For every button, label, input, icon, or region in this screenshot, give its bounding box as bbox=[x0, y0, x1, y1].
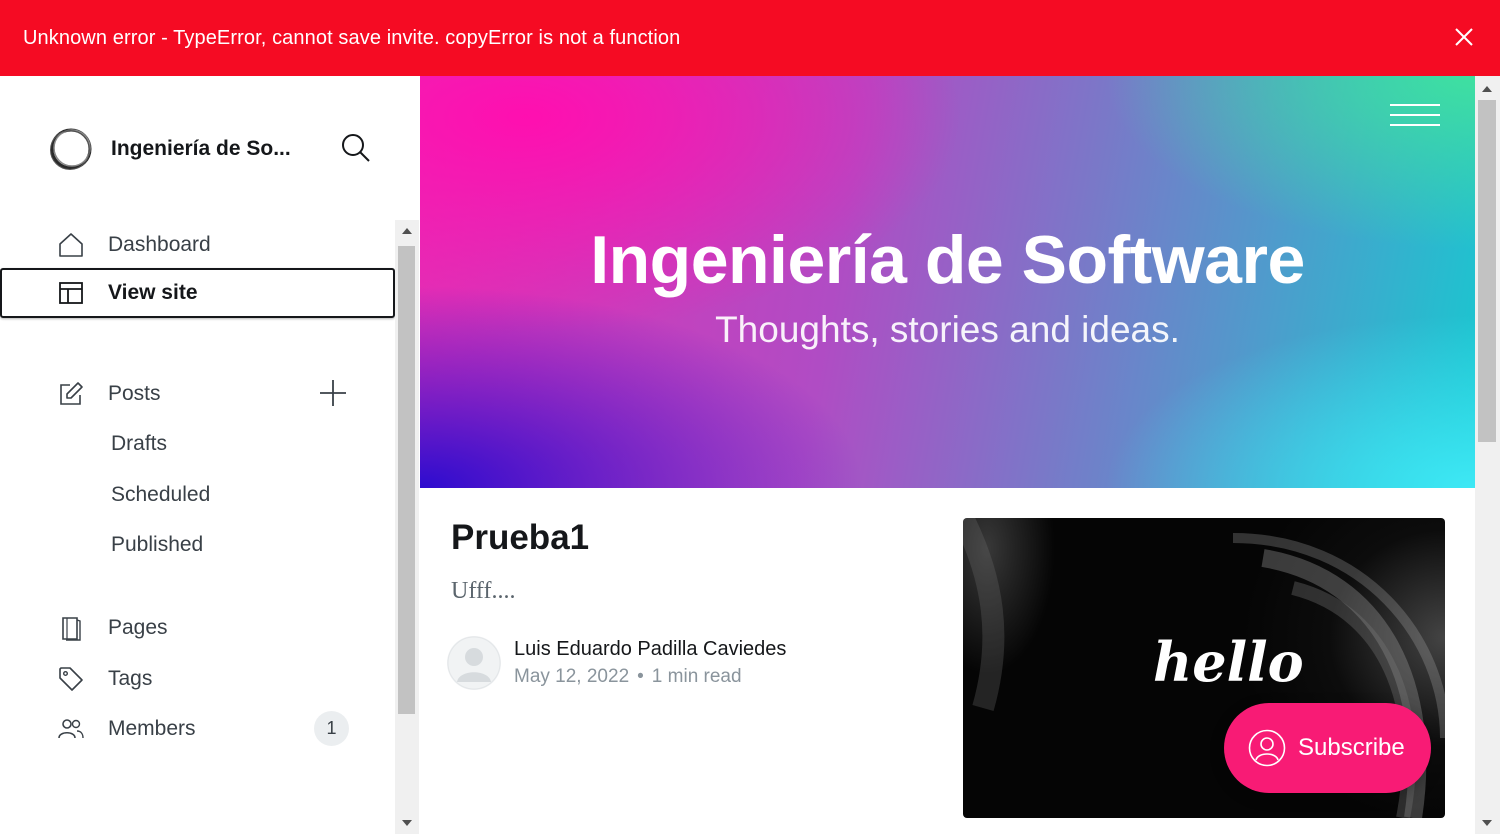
post-title-link[interactable]: Prueba1 bbox=[451, 518, 589, 558]
pages-icon bbox=[57, 614, 85, 642]
error-message: Unknown error - TypeError, cannot save i… bbox=[23, 26, 681, 49]
posts-icon bbox=[57, 380, 85, 408]
sidebar-item-pages[interactable]: Pages bbox=[0, 603, 395, 653]
site-title: Ingeniería de So... bbox=[111, 137, 291, 160]
sidebar-item-tags[interactable]: Tags bbox=[0, 654, 395, 704]
site-preview: Ingeniería de Software Thoughts, stories… bbox=[420, 76, 1500, 834]
sidebar-item-dashboard[interactable]: Dashboard bbox=[0, 220, 395, 270]
members-count-badge: 1 bbox=[314, 711, 349, 746]
site-description: Thoughts, stories and ideas. bbox=[715, 309, 1180, 350]
scroll-down-arrow-icon[interactable] bbox=[402, 820, 412, 826]
error-alert: Unknown error - TypeError, cannot save i… bbox=[0, 0, 1500, 76]
site-brand[interactable]: Ingeniería de So... bbox=[48, 126, 311, 172]
page-scrollbar[interactable] bbox=[1475, 76, 1500, 834]
scrollbar-thumb[interactable] bbox=[1478, 100, 1496, 442]
view-site-icon bbox=[57, 279, 85, 307]
search-icon[interactable] bbox=[340, 132, 372, 164]
user-circle-icon bbox=[1248, 729, 1286, 767]
user-avatar-icon bbox=[447, 636, 501, 690]
author-avatar[interactable] bbox=[447, 636, 501, 690]
scroll-up-arrow-icon[interactable] bbox=[1482, 86, 1492, 92]
sidebar-item-label: Dashboard bbox=[108, 233, 211, 256]
close-icon[interactable] bbox=[1454, 27, 1474, 47]
home-icon bbox=[57, 231, 85, 259]
sidebar-scrollbar[interactable] bbox=[395, 220, 419, 834]
sidebar-item-label: Posts bbox=[108, 382, 161, 405]
post-meta: May 12, 2022 • 1 min read bbox=[514, 666, 742, 688]
post-excerpt: Ufff.... bbox=[451, 578, 516, 604]
read-time: 1 min read bbox=[651, 666, 742, 687]
sidebar-item-drafts[interactable]: Drafts bbox=[111, 432, 167, 456]
meta-separator: • bbox=[637, 666, 644, 687]
author-name[interactable]: Luis Eduardo Padilla Caviedes bbox=[514, 638, 786, 661]
new-post-plus-icon[interactable] bbox=[318, 378, 348, 408]
scroll-down-arrow-icon[interactable] bbox=[1482, 820, 1492, 826]
sidebar-item-published[interactable]: Published bbox=[111, 533, 203, 557]
site-header-hero: Ingeniería de Software Thoughts, stories… bbox=[420, 76, 1475, 488]
subscribe-label: Subscribe bbox=[1298, 734, 1405, 761]
sidebar-item-label: Tags bbox=[108, 667, 153, 690]
hamburger-menu-icon[interactable] bbox=[1390, 104, 1442, 128]
scroll-up-arrow-icon[interactable] bbox=[402, 228, 412, 234]
sidebar-item-label: Pages bbox=[108, 616, 168, 639]
tag-icon bbox=[57, 665, 85, 693]
members-icon bbox=[57, 715, 85, 743]
site-logo-icon bbox=[50, 128, 92, 170]
image-caption-text: hello bbox=[1153, 630, 1304, 694]
sidebar-item-label: Members bbox=[108, 717, 196, 740]
post-date: May 12, 2022 bbox=[514, 666, 630, 687]
admin-sidebar: Ingeniería de So... Dashboard View site … bbox=[0, 76, 420, 834]
sidebar-item-label: View site bbox=[108, 281, 198, 304]
site-heading: Ingeniería de Software bbox=[590, 222, 1305, 298]
scrollbar-thumb[interactable] bbox=[398, 246, 415, 714]
sidebar-item-view-site[interactable]: View site bbox=[0, 268, 395, 318]
sidebar-item-scheduled[interactable]: Scheduled bbox=[111, 483, 210, 507]
subscribe-button[interactable]: Subscribe bbox=[1224, 703, 1431, 793]
